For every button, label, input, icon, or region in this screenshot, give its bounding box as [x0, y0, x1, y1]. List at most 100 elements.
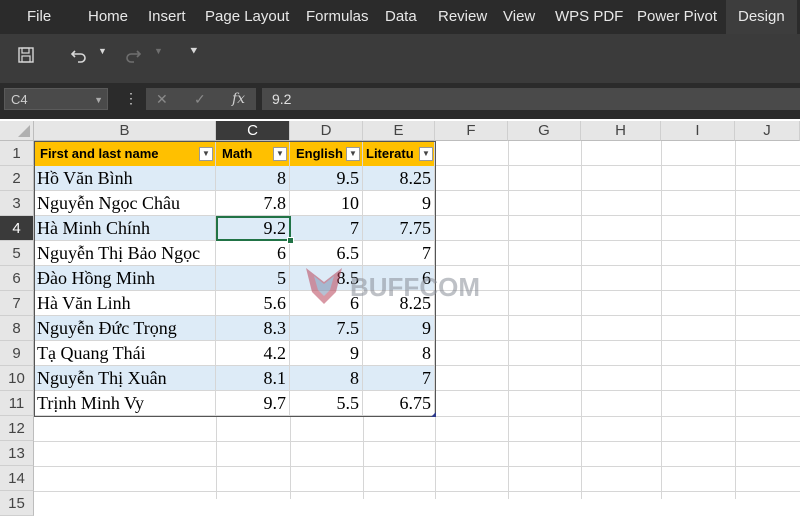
table-cell-english[interactable]: 5.5: [290, 391, 363, 416]
table-cell-math[interactable]: 8.1: [216, 366, 290, 391]
table-cell-literature[interactable]: 9: [363, 316, 435, 341]
column-header-f[interactable]: F: [435, 121, 508, 141]
row-header-2[interactable]: 2: [0, 166, 34, 191]
row-header-6[interactable]: 6: [0, 266, 34, 291]
column-header-h[interactable]: H: [581, 121, 661, 141]
table-cell-literature[interactable]: 7: [363, 241, 435, 266]
table-resize-handle[interactable]: [431, 412, 436, 417]
table-cell-english[interactable]: 6: [290, 291, 363, 316]
table-cell-math[interactable]: 8: [216, 166, 290, 191]
table-cell-name[interactable]: Trịnh Minh Vy: [34, 391, 216, 416]
table-cell-english[interactable]: 9: [290, 341, 363, 366]
table-cell-math[interactable]: 6: [216, 241, 290, 266]
row-header-15[interactable]: 15: [0, 491, 34, 516]
table-cell-literature[interactable]: 8.25: [363, 291, 435, 316]
row-header-11[interactable]: 11: [0, 391, 34, 416]
table-cell-literature[interactable]: 7: [363, 366, 435, 391]
gridline: [435, 141, 436, 499]
table-cell-math[interactable]: 8.3: [216, 316, 290, 341]
row-header-12[interactable]: 12: [0, 416, 34, 441]
table-cell-english[interactable]: 6.5: [290, 241, 363, 266]
filter-dropdown-icon[interactable]: ▼: [346, 147, 360, 161]
tab-wps-pdf[interactable]: WPS PDF: [555, 0, 623, 34]
cancel-icon[interactable]: ✕: [156, 88, 168, 110]
row-header-4[interactable]: 4: [0, 216, 34, 241]
gridline: [508, 141, 509, 499]
tab-review[interactable]: Review: [438, 0, 487, 34]
tab-file[interactable]: File: [27, 0, 51, 34]
table-cell-literature[interactable]: 9: [363, 191, 435, 216]
confirm-icon[interactable]: ✓: [194, 88, 206, 110]
column-header-d[interactable]: D: [290, 121, 363, 141]
row-header-1[interactable]: 1: [0, 141, 34, 166]
fill-handle[interactable]: [287, 237, 294, 244]
undo-dropdown-icon[interactable]: ▼: [98, 46, 107, 56]
table-cell-english[interactable]: 7.5: [290, 316, 363, 341]
table-cell-english[interactable]: 9.5: [290, 166, 363, 191]
insert-function-button[interactable]: fx: [232, 88, 245, 110]
table-cell-name[interactable]: Đào Hồng Minh: [34, 266, 216, 291]
table-cell-literature[interactable]: 6: [363, 266, 435, 291]
formula-input[interactable]: 9.2: [262, 88, 800, 110]
table-cell-name[interactable]: Tạ Quang Thái: [34, 341, 216, 366]
table-cell-literature[interactable]: 8.25: [363, 166, 435, 191]
more-icon[interactable]: ⋮: [124, 90, 138, 107]
column-header-b[interactable]: B: [34, 121, 216, 141]
table-cell-literature[interactable]: 8: [363, 341, 435, 366]
table-cell-name[interactable]: Nguyễn Ngọc Châu: [34, 191, 216, 216]
tab-view[interactable]: View: [503, 0, 535, 34]
redo-dropdown-icon[interactable]: ▼: [154, 46, 163, 56]
column-header-e[interactable]: E: [363, 121, 435, 141]
customize-icon[interactable]: ⯆: [189, 44, 199, 59]
row-header-5[interactable]: 5: [0, 241, 34, 266]
save-icon[interactable]: [18, 47, 34, 63]
tab-data[interactable]: Data: [385, 0, 417, 34]
table-cell-english[interactable]: 8.5: [290, 266, 363, 291]
table-cell-math[interactable]: 9.7: [216, 391, 290, 416]
table-header-name[interactable]: First and last name: [34, 141, 216, 166]
row-header-8[interactable]: 8: [0, 316, 34, 341]
table-cell-math-selected[interactable]: 9.2: [216, 216, 290, 241]
column-header-j[interactable]: J: [735, 121, 800, 141]
chevron-down-icon[interactable]: ▼: [94, 89, 103, 111]
table-cell-name[interactable]: Nguyễn Thị Xuân: [34, 366, 216, 391]
gridline: [661, 141, 662, 499]
select-all-button[interactable]: [0, 121, 34, 141]
table-cell-literature[interactable]: 6.75: [363, 391, 435, 416]
table-cell-name[interactable]: Hồ Văn Bình: [34, 166, 216, 191]
tab-home[interactable]: Home: [88, 0, 128, 34]
table-cell-math[interactable]: 7.8: [216, 191, 290, 216]
undo-icon[interactable]: [70, 47, 88, 63]
row-header-13[interactable]: 13: [0, 441, 34, 466]
column-header-g[interactable]: G: [508, 121, 581, 141]
row-header-9[interactable]: 9: [0, 341, 34, 366]
name-box[interactable]: C4 ▼: [4, 88, 108, 110]
tab-power-pivot[interactable]: Power Pivot: [637, 0, 717, 34]
filter-dropdown-icon[interactable]: ▼: [419, 147, 433, 161]
tab-insert[interactable]: Insert: [148, 0, 186, 34]
gridline: [216, 416, 217, 499]
tab-page-layout[interactable]: Page Layout: [205, 0, 289, 34]
table-cell-english[interactable]: 7: [290, 216, 363, 241]
column-header-c[interactable]: C: [216, 121, 290, 141]
tab-design[interactable]: Design: [726, 0, 797, 34]
table-cell-literature[interactable]: 7.75: [363, 216, 435, 241]
row-header-3[interactable]: 3: [0, 191, 34, 216]
redo-icon[interactable]: [124, 47, 142, 63]
table-cell-english[interactable]: 10: [290, 191, 363, 216]
table-cell-math[interactable]: 4.2: [216, 341, 290, 366]
column-header-i[interactable]: I: [661, 121, 735, 141]
table-cell-math[interactable]: 5.6: [216, 291, 290, 316]
filter-dropdown-icon[interactable]: ▼: [199, 147, 213, 161]
filter-dropdown-icon[interactable]: ▼: [273, 147, 287, 161]
tab-formulas[interactable]: Formulas: [306, 0, 369, 34]
table-cell-math[interactable]: 5: [216, 266, 290, 291]
row-header-14[interactable]: 14: [0, 466, 34, 491]
table-cell-name[interactable]: Hà Văn Linh: [34, 291, 216, 316]
table-cell-name[interactable]: Nguyễn Thị Bảo Ngọc: [34, 241, 216, 266]
table-cell-name[interactable]: Nguyễn Đức Trọng: [34, 316, 216, 341]
table-cell-english[interactable]: 8: [290, 366, 363, 391]
row-header-7[interactable]: 7: [0, 291, 34, 316]
table-cell-name[interactable]: Hà Minh Chính: [34, 216, 216, 241]
row-header-10[interactable]: 10: [0, 366, 34, 391]
